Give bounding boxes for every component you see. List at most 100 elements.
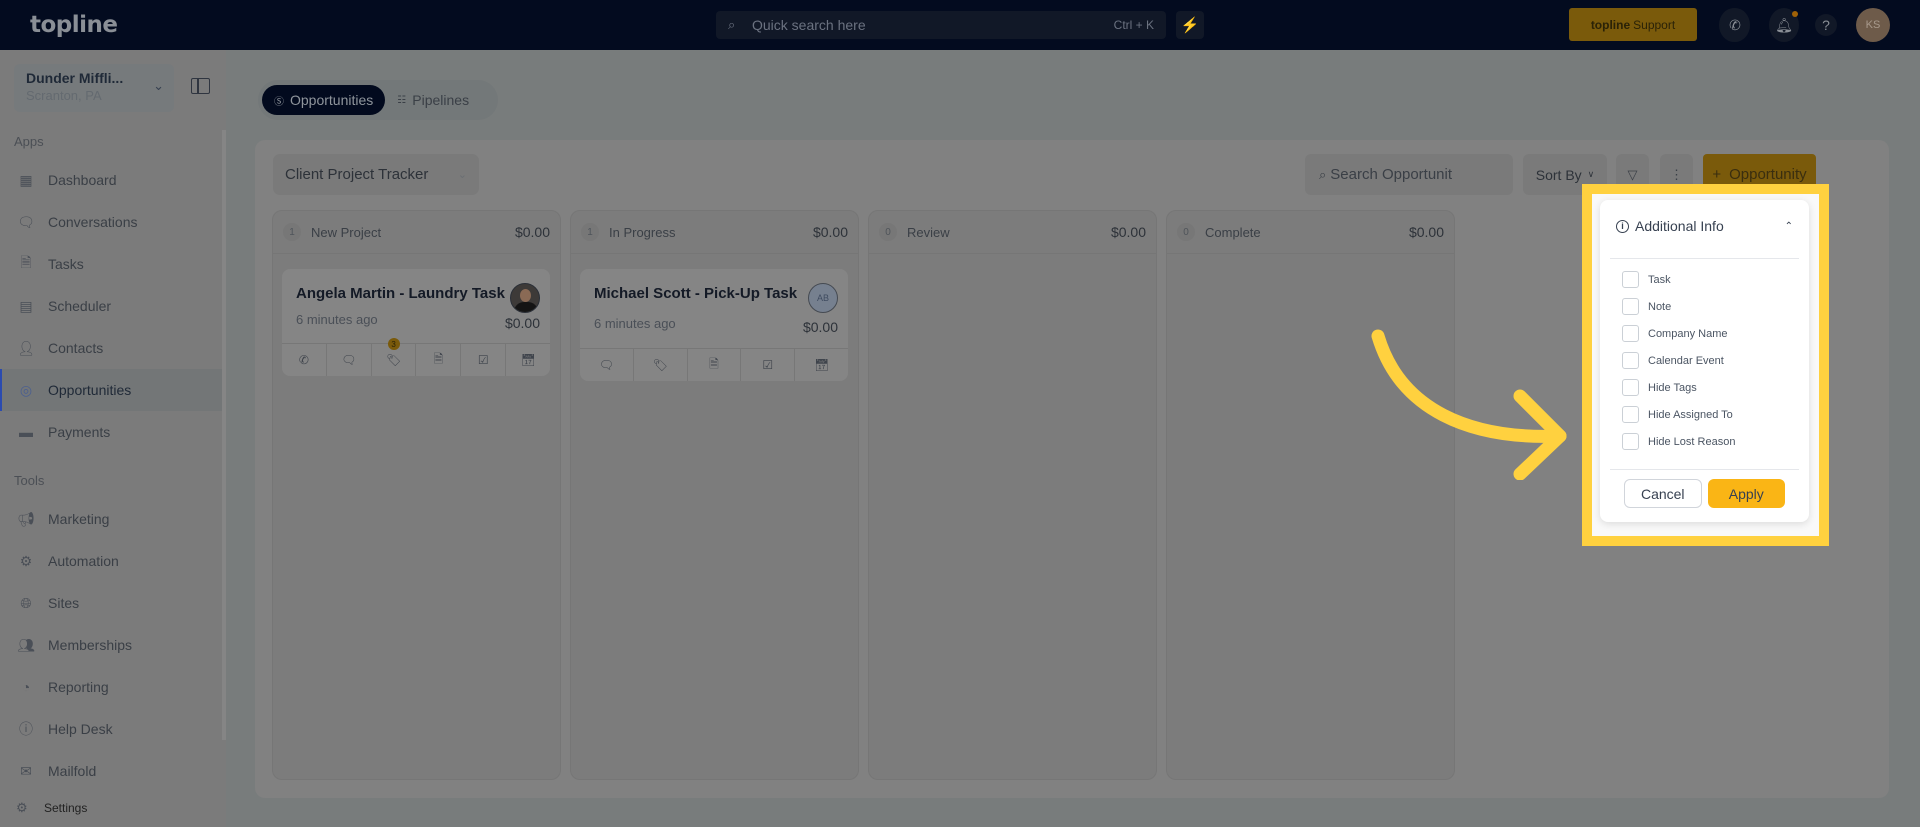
option-task[interactable]: Task <box>1622 266 1787 293</box>
note-action[interactable]: 🗎︎ <box>416 344 462 376</box>
user-avatar[interactable]: KS <box>1856 8 1890 42</box>
stage-header: 0 Complete $0.00 <box>1167 211 1454 254</box>
credit-card-icon: ▬ <box>19 424 33 440</box>
option-hide-assigned-to[interactable]: Hide Assigned To <box>1622 401 1787 428</box>
message-action[interactable]: 🗨︎ <box>327 344 372 376</box>
sidebar-item-label: Scheduler <box>48 298 112 314</box>
chevron-up-icon[interactable]: ⌃ <box>1785 221 1793 232</box>
chat-bubbles-icon: 🗨︎ <box>17 213 35 230</box>
option-hide-tags[interactable]: Hide Tags <box>1622 374 1787 401</box>
person-icon: 👤︎ <box>17 339 35 356</box>
filter-icon: ▽ <box>1627 166 1638 182</box>
assignee-avatar[interactable]: AB <box>808 283 838 313</box>
additional-info-header[interactable]: i Additional Info ⌃ <box>1600 200 1809 252</box>
location-switcher[interactable]: Dunder Miffli... Scranton, PA ⌄ <box>14 64 174 112</box>
task-action[interactable]: ☑ <box>741 349 796 381</box>
calendar-add-icon: 📅︎ <box>813 358 830 372</box>
help-button[interactable]: ? <box>1815 14 1837 36</box>
opportunity-card[interactable]: Angela Martin - Laundry Task 6 minutes a… <box>282 269 550 376</box>
option-hide-lost-reason[interactable]: Hide Lost Reason <box>1622 428 1787 455</box>
dashboard-icon: ▦ <box>19 171 33 188</box>
sidebar-item-dashboard[interactable]: ▦ Dashboard <box>0 159 222 201</box>
option-company-name[interactable]: Company Name <box>1622 320 1787 347</box>
sidebar-item-label: Tasks <box>48 256 84 272</box>
checkbox[interactable] <box>1622 298 1639 315</box>
tab-opportunities[interactable]: Ⓢ Opportunities <box>262 85 386 115</box>
globe-cursor-icon: 🌐︎ <box>20 594 32 611</box>
stage-total: $0.00 <box>1408 224 1444 240</box>
sidebar-item-payments[interactable]: ▬ Payments <box>0 411 222 453</box>
sidebar-item-memberships[interactable]: 👥︎ Memberships <box>0 624 222 666</box>
stage-count: 1 <box>283 223 301 241</box>
location-subtitle: Scranton, PA <box>26 88 102 103</box>
sidebar-item-reporting[interactable]: ◔ Reporting <box>0 666 222 708</box>
assignee-avatar[interactable] <box>510 283 540 313</box>
opportunity-amount: $0.00 <box>802 319 838 335</box>
add-opportunity-label: Opportunity <box>1729 166 1807 183</box>
quick-search-input[interactable]: ⌕ Quick search here Ctrl + K <box>716 11 1166 39</box>
quick-actions-button[interactable]: ⚡ <box>1176 11 1204 39</box>
calendar-icon: ▤ <box>19 297 33 314</box>
megaphone-icon: 📢︎ <box>17 510 35 527</box>
pipeline-select[interactable]: Client Project Tracker ⌄ <box>273 154 479 195</box>
appointment-action[interactable]: 📅︎ <box>506 344 550 376</box>
additional-info-popup: i Additional Info ⌃ Task Note Company Na… <box>1600 200 1809 522</box>
note-action[interactable]: 🗎︎ <box>688 349 742 381</box>
opportunity-card[interactable]: Michael Scott - Pick-Up Task 6 minutes a… <box>580 269 848 381</box>
kebab-menu-icon: ⋮ <box>1670 166 1683 182</box>
tags-action[interactable]: 🏷︎ <box>634 349 688 381</box>
card-actions: 🗨︎ 🏷︎ 🗎︎ ☑ 📅︎ <box>580 348 848 381</box>
chevron-down-icon: ∨ <box>1587 169 1595 179</box>
tags-action[interactable]: 3 🏷︎ <box>372 338 417 376</box>
cancel-button[interactable]: Cancel <box>1624 479 1702 508</box>
sidebar-item-conversations[interactable]: 🗨︎ Conversations <box>0 201 222 243</box>
apps-section-label: Apps <box>14 134 44 149</box>
opportunity-title[interactable]: Angela Martin - Laundry Task <box>296 285 536 302</box>
option-calendar-event[interactable]: Calendar Event <box>1622 347 1787 374</box>
notifications-button[interactable]: 🔔︎ <box>1769 8 1799 42</box>
gear-icon: ⚙ <box>16 800 28 815</box>
sidebar-item-settings[interactable]: ⚙ Settings <box>16 800 87 816</box>
phone-button[interactable]: ✆ <box>1720 8 1750 42</box>
stage-total: $0.00 <box>812 224 848 240</box>
call-action[interactable]: ✆ <box>282 344 327 376</box>
location-name: Dunder Miffli... <box>26 70 124 86</box>
support-button[interactable]: topline Support <box>1569 8 1697 41</box>
apply-button[interactable]: Apply <box>1707 479 1785 508</box>
message-action[interactable]: 🗨︎ <box>580 349 634 381</box>
app-logo[interactable]: topline <box>30 12 118 38</box>
checkbox[interactable] <box>1622 271 1639 288</box>
appointment-action[interactable]: 📅︎ <box>795 349 848 381</box>
sidebar-collapse-icon[interactable] <box>191 78 210 94</box>
sidebar-item-marketing[interactable]: 📢︎ Marketing <box>0 498 222 540</box>
task-action[interactable]: ☑ <box>461 344 507 376</box>
sidebar-item-contacts[interactable]: 👤︎ Contacts <box>0 327 222 369</box>
sidebar-item-tasks[interactable]: 🗎︎ Tasks <box>0 243 222 285</box>
tab-pipelines[interactable]: ☷ Pipelines <box>385 85 481 115</box>
tools-section-label: Tools <box>14 473 45 488</box>
chevron-down-icon: ⌄ <box>457 169 467 181</box>
sidebar-item-opportunities[interactable]: ◎ Opportunities <box>0 369 222 411</box>
phone-icon: ✆ <box>298 353 309 367</box>
option-label: Hide Tags <box>1648 381 1697 394</box>
checkbox[interactable] <box>1622 379 1639 396</box>
sidebar-item-scheduler[interactable]: ▤ Scheduler <box>0 285 222 327</box>
sidebar-item-help-desk[interactable]: ⓘ Help Desk <box>0 708 222 750</box>
checkbox[interactable] <box>1622 406 1639 423</box>
opportunity-search-input[interactable]: ⌕ Search Opportunit <box>1305 154 1513 195</box>
checkbox[interactable] <box>1622 352 1639 369</box>
checkbox[interactable] <box>1622 433 1639 450</box>
sidebar-item-sites[interactable]: 🌐︎ Sites <box>0 582 222 624</box>
option-note[interactable]: Note <box>1622 293 1787 320</box>
stage-header: 0 Review $0.00 <box>869 211 1156 254</box>
sidebar-item-mailfold[interactable]: ✉ Mailfold <box>0 750 222 792</box>
checkbox[interactable] <box>1622 325 1639 342</box>
tab-label: Opportunities <box>290 92 374 108</box>
sidebar-item-label: Opportunities <box>48 382 132 398</box>
sidebar: Dunder Miffli... Scranton, PA ⌄ Apps ▦ D… <box>0 50 226 827</box>
popup-title: Additional Info <box>1635 218 1724 234</box>
pipeline-icon: ☷ <box>397 94 407 106</box>
opportunity-title[interactable]: Michael Scott - Pick-Up Task <box>594 285 834 302</box>
option-label: Task <box>1648 273 1671 286</box>
sidebar-item-automation[interactable]: ⚙ Automation <box>0 540 222 582</box>
